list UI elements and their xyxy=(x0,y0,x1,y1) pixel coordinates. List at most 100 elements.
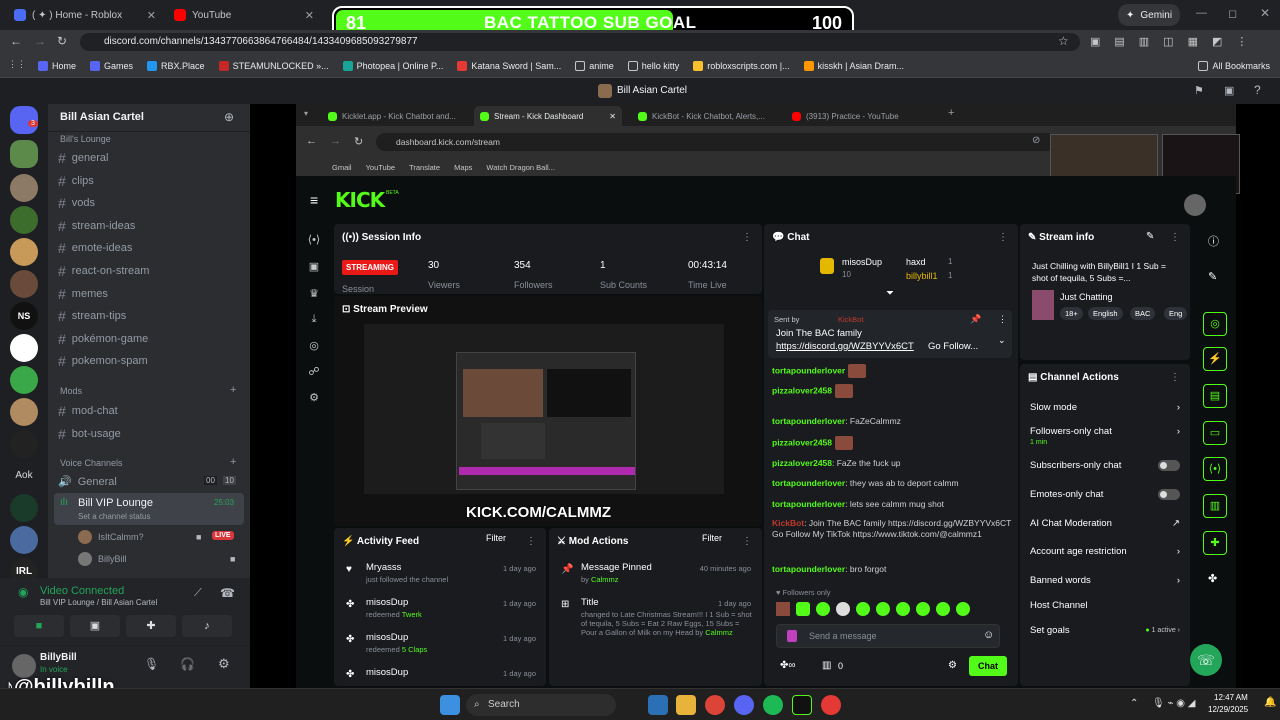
chevron-down-icon[interactable]: ⌄ xyxy=(998,335,1006,346)
add-channel-icon[interactable]: + xyxy=(230,384,236,396)
inner-tab[interactable]: KickBot - Kick Chatbot, Alerts,... xyxy=(632,106,780,126)
voice-channel-vip[interactable]: ılı Bill VIP Lounge 25:03 Set a channel … xyxy=(54,493,244,525)
chat-username[interactable]: pizzalover2458 xyxy=(772,385,832,395)
collapse-icon[interactable]: ⏷ xyxy=(886,288,894,299)
voice-member[interactable]: BillyBill ■ xyxy=(78,552,243,568)
emote-icon[interactable] xyxy=(816,602,830,616)
kebab-menu-icon[interactable]: ⋮ xyxy=(998,232,1008,243)
clip-tool-button[interactable]: ◎ xyxy=(1203,312,1227,336)
dashboard-nav-icon[interactable]: ▣ xyxy=(306,260,322,276)
close-icon[interactable]: ✕ xyxy=(305,9,314,22)
minimize-icon[interactable]: — xyxy=(1196,7,1207,19)
channel-status[interactable]: Set a channel status xyxy=(78,512,151,521)
kick-app-icon[interactable] xyxy=(792,695,812,715)
kebab-menu-icon[interactable]: ⋮ xyxy=(998,314,1007,325)
server-icon[interactable] xyxy=(10,270,38,298)
wrench-tool-button[interactable]: ✚ xyxy=(1203,531,1227,555)
channel-pokemon-game[interactable]: # pokémon-game xyxy=(58,331,148,347)
trophy-nav-icon[interactable]: ♛ xyxy=(306,287,322,303)
forward-icon[interactable]: → xyxy=(330,135,341,147)
bookmark-youtube[interactable]: YouTube xyxy=(366,163,395,172)
community-nav-icon[interactable]: ☍ xyxy=(306,365,322,381)
gemini-button[interactable]: ✦ Gemini xyxy=(1118,4,1180,26)
server-icon[interactable] xyxy=(10,398,38,426)
emote-icon[interactable] xyxy=(796,602,810,616)
kick-logo[interactable]: KICK xyxy=(335,188,385,212)
category-mods[interactable]: Mods xyxy=(60,386,82,396)
gift-icon[interactable]: ▥ xyxy=(822,660,831,671)
server-icon[interactable] xyxy=(10,526,38,554)
screen-icon[interactable]: ▣ xyxy=(1224,84,1234,97)
emote-icon[interactable] xyxy=(936,602,950,616)
channel-vods[interactable]: # vods xyxy=(58,195,95,211)
tab-roblox[interactable]: ( ✦ ) Home - Roblox ✕ xyxy=(6,4,164,26)
screen-share-button[interactable]: ▣ xyxy=(70,615,120,637)
info-icon[interactable]: ⓘ xyxy=(1208,233,1219,249)
chat-username[interactable]: KickBot xyxy=(772,518,804,528)
tray-icons[interactable]: 🎙 ⌁ ◉ ◢ xyxy=(1152,698,1195,709)
broadcast-tool-button[interactable]: ⟨•⟩ xyxy=(1203,457,1227,481)
category-lounge[interactable]: Bill's Lounge xyxy=(60,134,111,144)
forward-icon[interactable]: → xyxy=(34,34,46,48)
channel-pokemon-spam[interactable]: # pokemon-spam xyxy=(58,353,148,369)
stream-category[interactable]: Just Chatting xyxy=(1060,292,1113,302)
channel-stream-ideas[interactable]: # stream-ideas xyxy=(58,218,135,234)
banned-words-row[interactable]: Banned words › xyxy=(1030,575,1180,586)
chat-username[interactable]: tortapounderlover xyxy=(772,416,845,426)
layout-tool-button[interactable]: ▥ xyxy=(1203,494,1227,518)
set-goals-row[interactable]: Set goals ● 1 active › xyxy=(1030,625,1180,636)
discord-icon[interactable] xyxy=(734,695,754,715)
apps-icon[interactable]: ⋮⋮ xyxy=(8,59,26,70)
filter-button[interactable]: Filter xyxy=(486,533,506,543)
chrome-icon[interactable] xyxy=(705,695,725,715)
channel-clips[interactable]: # clips xyxy=(58,173,94,189)
apps-icon[interactable]: ✤ xyxy=(1208,572,1217,585)
support-button[interactable]: ☏ xyxy=(1190,644,1222,676)
bookmark-item[interactable]: RBX.Place xyxy=(147,60,205,71)
stream-nav-icon[interactable]: ⟨•⟩ xyxy=(306,233,322,249)
bookmark-item[interactable]: kisskh | Asian Dram... xyxy=(803,60,904,71)
stream-video[interactable] xyxy=(364,324,724,494)
server-icon[interactable] xyxy=(10,140,38,168)
close-icon[interactable]: ✕ xyxy=(147,9,156,22)
edit-icon[interactable]: ✎ xyxy=(1146,231,1154,242)
server-icon[interactable] xyxy=(10,366,38,394)
windows-start-icon[interactable] xyxy=(440,695,460,715)
soundboard-button[interactable]: ♪ xyxy=(182,615,232,637)
category-voice[interactable]: Voice Channels xyxy=(60,458,123,468)
kebab-menu-icon[interactable]: ⋮ xyxy=(1170,232,1180,243)
server-icon[interactable] xyxy=(10,206,38,234)
slow-mode-row[interactable]: Slow mode › xyxy=(1030,402,1180,413)
bookmark-item[interactable]: robloxscripts.com |... xyxy=(693,60,790,71)
server-icon[interactable] xyxy=(10,334,38,362)
server-icon[interactable]: NS xyxy=(10,302,38,330)
add-member-icon[interactable]: ⊕ xyxy=(224,110,234,124)
settings-nav-icon[interactable]: ⚙ xyxy=(306,391,322,407)
channel-general[interactable]: # general xyxy=(58,150,109,166)
help-icon[interactable]: ? xyxy=(1254,83,1261,97)
channel-stream-tips[interactable]: # stream-tips xyxy=(58,308,126,324)
headphones-icon[interactable]: 🎧 xyxy=(180,657,195,671)
chat-settings-icon[interactable]: ⚙ xyxy=(948,660,957,671)
bookmark-folder[interactable]: hello kitty xyxy=(627,60,679,71)
ai-moderation-row[interactable]: AI Chat Moderation ↗ xyxy=(1030,518,1180,529)
server-header[interactable]: Bill Asian Cartel ⊕ xyxy=(48,104,250,132)
chat-username[interactable]: tortapounderlover xyxy=(772,365,845,375)
chat-username[interactable]: tortapounderlover xyxy=(772,564,845,574)
taskbar-search[interactable]: ⌕ Search xyxy=(466,694,616,716)
channel-memes[interactable]: # memes xyxy=(58,286,108,302)
subscribers-only-row[interactable]: Subscribers-only chat xyxy=(1030,460,1180,471)
emote-icon[interactable] xyxy=(956,602,970,616)
tab-youtube[interactable]: YouTube ✕ xyxy=(166,4,322,26)
chat-username[interactable]: pizzalover2458 xyxy=(772,458,832,468)
filter-button[interactable]: Filter xyxy=(702,533,722,543)
host-channel-row[interactable]: Host Channel xyxy=(1030,600,1180,611)
account-age-row[interactable]: Account age restriction › xyxy=(1030,546,1180,557)
bookmark-folder[interactable]: anime xyxy=(575,60,614,71)
emote-icon[interactable] xyxy=(776,602,790,616)
bookmark-item[interactable]: Photopea | Online P... xyxy=(342,60,443,71)
chat-username[interactable]: pizzalover2458 xyxy=(772,437,832,447)
voice-member[interactable]: IsItCalmm? ■ LIVE xyxy=(78,530,243,546)
inner-tab[interactable]: Kicklet.app - Kick Chatbot and... xyxy=(322,106,470,126)
bookmark-item[interactable]: Home xyxy=(38,60,76,71)
